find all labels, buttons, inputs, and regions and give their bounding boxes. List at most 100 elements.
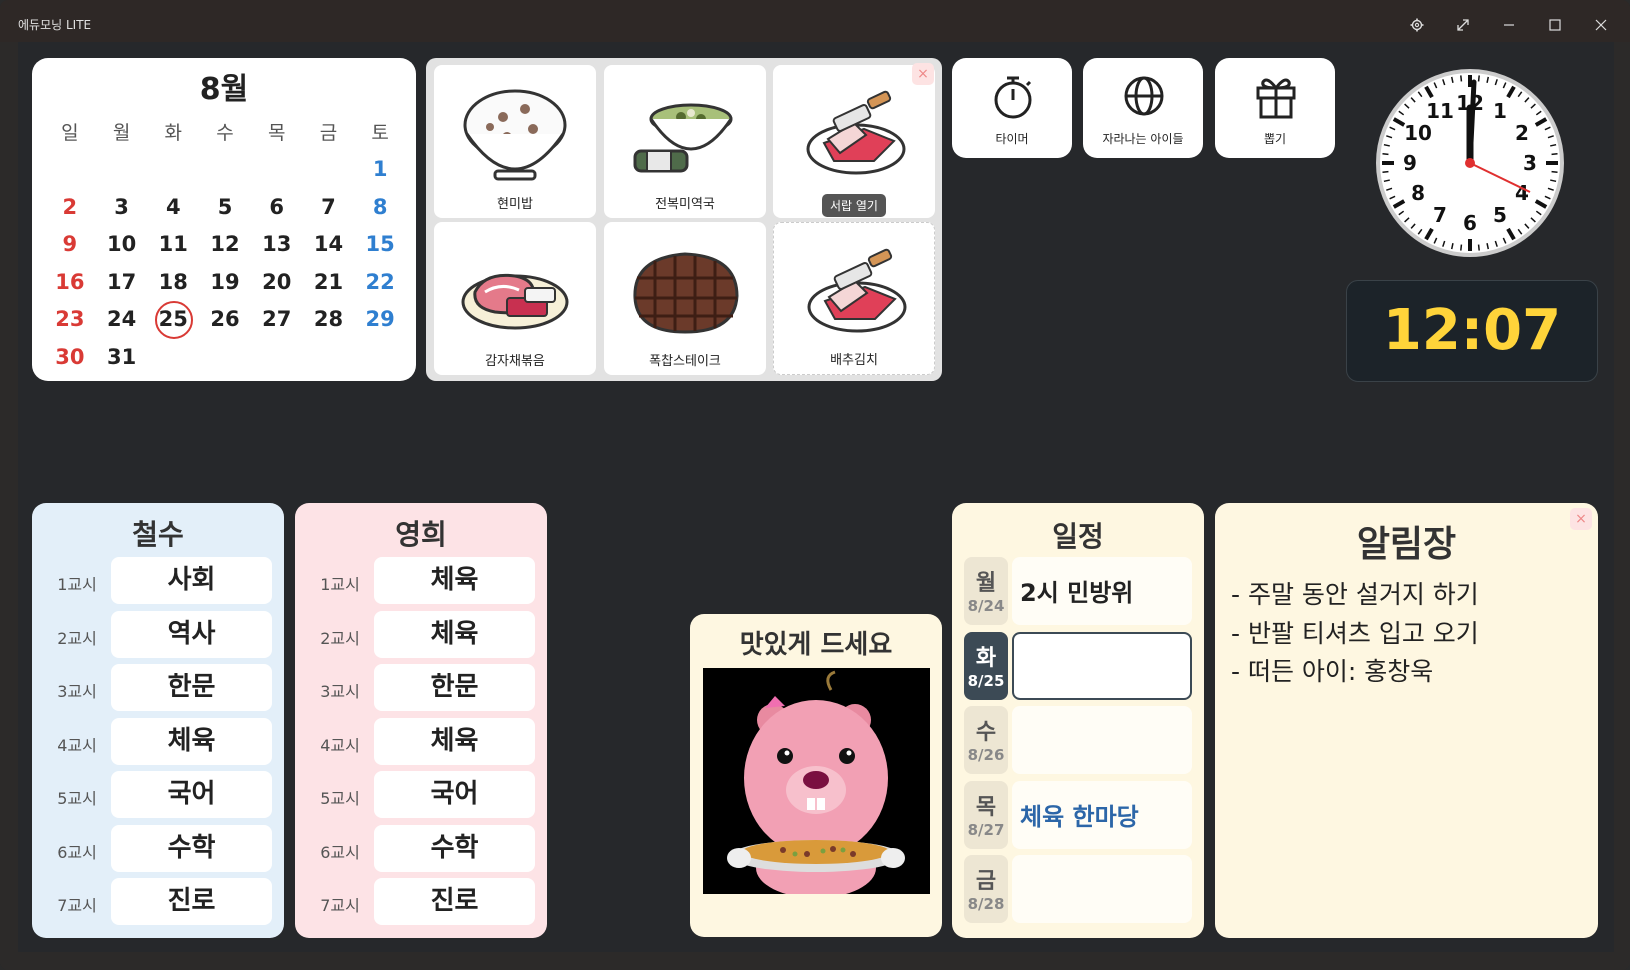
calendar-day[interactable]: 21 — [303, 270, 355, 294]
calendar-day[interactable]: 30 — [44, 345, 96, 369]
close-window-icon[interactable] — [1584, 8, 1618, 42]
kimchi-icon — [807, 248, 907, 333]
calendar-day[interactable]: 20 — [251, 270, 303, 294]
subject-cell[interactable]: 역사 — [111, 610, 272, 658]
calendar-day[interactable]: 22 — [354, 270, 406, 294]
clock-number: 10 — [1404, 121, 1432, 145]
meal-close-icon[interactable]: × — [912, 63, 934, 85]
calendar-day[interactable]: 23 — [44, 307, 96, 331]
calendar-week-row: 23 24 25 26 27 28 29 — [44, 301, 406, 340]
calendar-day[interactable]: 8 — [354, 195, 406, 219]
period-label: 6교시 — [320, 842, 360, 862]
growing-kids-button[interactable]: 자라나는 아이들 — [1083, 58, 1203, 158]
meal-item[interactable]: 폭찹스테이크 — [604, 222, 766, 375]
calendar-day[interactable]: 16 — [44, 270, 96, 294]
calendar-day[interactable]: 2 — [44, 195, 96, 219]
fullscreen-icon[interactable] — [1446, 8, 1480, 42]
tool-label: 자라나는 아이들 — [1102, 132, 1184, 146]
calendar-grid: 일월화수목금토 1 2 3 4 5 6 7 8 9 10 11 12 13 14 15 16 17 18 19 20 2… — [44, 113, 406, 376]
calendar-day[interactable]: 26 — [199, 307, 251, 331]
app-window: 에듀모닝 LITE 8월 일월화수목금토 1 2 3 4 5 6 7 8 9 10 11 12 13 14… — [0, 0, 1630, 970]
timetable-row: 7교시 진로 — [295, 878, 547, 927]
timetable-name: 영희 — [395, 518, 447, 551]
notice-close-icon[interactable]: × — [1570, 508, 1592, 530]
calendar-day[interactable]: 10 — [96, 232, 148, 256]
calendar-day[interactable]: 4 — [147, 195, 199, 219]
meal-item[interactable]: 전복미역국 — [604, 65, 766, 218]
minimize-icon[interactable] — [1492, 8, 1526, 42]
calendar-day[interactable]: 31 — [96, 345, 148, 369]
draw-lots-button[interactable]: 뽑기 — [1215, 58, 1335, 158]
calendar-week-row: 2345678 — [44, 188, 406, 226]
meal-item[interactable]: 현미밥 — [434, 65, 596, 218]
timetable-row: 5교시 국어 — [32, 771, 284, 820]
clock-number: 9 — [1403, 151, 1417, 175]
period-label: 5교시 — [320, 789, 360, 808]
subject-cell[interactable]: 국어 — [374, 771, 535, 818]
subject-cell[interactable]: 사회 — [111, 557, 272, 604]
calendar-day[interactable]: 27 — [251, 307, 303, 331]
subject-cell[interactable]: 한문 — [111, 664, 272, 711]
schedule-entry[interactable]: 체육 한마당 — [1012, 780, 1192, 849]
clock-number: 8 — [1411, 181, 1425, 205]
subject-cell[interactable]: 체육 — [111, 717, 272, 765]
calendar-day[interactable]: 9 — [44, 232, 96, 256]
calendar-day[interactable]: 24 — [96, 307, 148, 331]
meal-item[interactable]: 감자채볶음 — [434, 222, 596, 375]
calendar-day[interactable]: 3 — [96, 195, 148, 219]
calendar-day[interactable]: 7 — [303, 195, 355, 219]
calendar-weekday: 화 — [164, 122, 183, 145]
schedule-weekday: 화 — [975, 645, 997, 671]
settings-gear-icon[interactable] — [1400, 8, 1434, 42]
meal-label: 전복미역국 — [655, 197, 715, 212]
subject-cell[interactable]: 체육 — [374, 610, 535, 658]
timetable-row: 4교시 체육 — [32, 717, 284, 767]
subject-cell[interactable]: 체육 — [374, 557, 535, 604]
calendar-day[interactable]: 13 — [251, 232, 303, 256]
clock-tick — [1477, 244, 1480, 251]
timetable-name: 철수 — [132, 518, 184, 551]
meal-item[interactable]: 배추김치 — [773, 222, 935, 375]
schedule-entry[interactable] — [1012, 706, 1192, 774]
calendar-day[interactable]: 28 — [303, 307, 355, 331]
schedule-entry[interactable]: 2시 민방위 — [1012, 557, 1192, 625]
app-title: 에듀모닝 LITE — [18, 18, 92, 32]
schedule-day: 화 8/25 — [964, 631, 1008, 700]
period-label: 4교시 — [57, 735, 97, 755]
period-label: 6교시 — [57, 842, 97, 862]
calendar-day[interactable]: 12 — [199, 232, 251, 256]
clock-number: 3 — [1523, 151, 1537, 175]
timetable-chulsu: 철수 1교시 사회 2교시 역사 3교시 한문 4교시 체육 5교시 국어 6교시 수학 7교시 진로 — [32, 503, 284, 938]
calendar-day[interactable]: 5 — [199, 195, 251, 219]
subject-cell[interactable]: 수학 — [111, 824, 272, 872]
period-label: 1교시 — [320, 575, 360, 594]
schedule-entry[interactable] — [1012, 855, 1192, 923]
calendar-day[interactable]: 14 — [303, 232, 355, 256]
subject-cell[interactable]: 한문 — [374, 664, 535, 711]
clock-tick — [1551, 153, 1558, 156]
period-label: 2교시 — [57, 628, 97, 648]
timer-button[interactable]: 타이머 — [952, 58, 1072, 158]
calendar-day[interactable]: 1 — [354, 157, 406, 181]
calendar-day[interactable]: 6 — [251, 195, 303, 219]
calendar-day-today[interactable]: 25 — [147, 301, 199, 340]
subject-cell[interactable]: 수학 — [374, 824, 535, 872]
schedule-input[interactable] — [1012, 631, 1192, 700]
maximize-icon[interactable] — [1538, 8, 1572, 42]
calendar-day[interactable]: 19 — [199, 270, 251, 294]
subject-cell[interactable]: 국어 — [111, 771, 272, 818]
timetable-row: 3교시 한문 — [32, 664, 284, 713]
notice-card: 알림장 - 주말 동안 설거지 하기 - 반팔 티셔츠 입고 오기 - 떠든 아이:… — [1215, 503, 1598, 938]
notice-item: - 주말 동안 설거지 하기 — [1231, 580, 1479, 609]
subject-cell[interactable]: 진로 — [111, 878, 272, 925]
calendar-day[interactable]: 18 — [147, 270, 199, 294]
calendar-day[interactable]: 29 — [354, 307, 406, 331]
subject-cell[interactable]: 체육 — [374, 717, 535, 765]
calendar-day[interactable]: 15 — [354, 232, 406, 256]
period-label: 2교시 — [320, 628, 360, 648]
calendar-day[interactable]: 11 — [147, 232, 199, 256]
calendar-day[interactable]: 17 — [96, 270, 148, 294]
subject-cell[interactable]: 진로 — [374, 878, 535, 925]
period-label: 7교시 — [57, 896, 97, 915]
timetable-row: 1교시 체육 — [295, 557, 547, 606]
